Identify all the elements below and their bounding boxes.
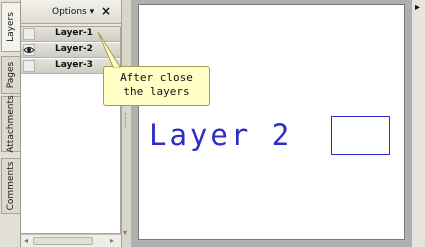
callout-tooltip: After close the layers — [103, 66, 210, 106]
options-menu-button[interactable]: Options ▾ — [52, 7, 94, 17]
tab-comments-label: Comments — [6, 161, 16, 211]
panel-tab-strip: Layers Pages Attachments Comments — [0, 0, 21, 247]
layer-rectangle — [331, 116, 390, 155]
document-page: Layer 2 — [138, 4, 405, 240]
scroll-down-icon[interactable]: ▾ — [123, 228, 127, 237]
panel-splitter[interactable]: ▾ — [122, 0, 131, 247]
tab-attachments-label: Attachments — [6, 95, 16, 153]
scroll-left-icon[interactable]: ◂ — [24, 236, 28, 245]
layer-name: Layer-2 — [55, 44, 93, 54]
scrollbar-thumb[interactable] — [33, 237, 93, 245]
callout-line-1: After close — [120, 71, 193, 84]
tab-attachments[interactable]: Attachments — [1, 95, 20, 153]
callout-line-2: the layers — [123, 85, 190, 98]
splitter-grip[interactable] — [125, 113, 127, 127]
scroll-right-icon[interactable]: ▸ — [110, 236, 114, 245]
visibility-toggle[interactable] — [23, 28, 35, 40]
layer-name: Layer-3 — [55, 60, 93, 70]
tab-pages-label: Pages — [6, 61, 16, 89]
panel-toolbar: Options ▾ × — [21, 0, 121, 24]
triangle-right-icon[interactable]: ▸ — [415, 2, 420, 13]
layer-name: Layer-1 — [55, 28, 93, 38]
callout-pointer — [97, 31, 121, 68]
document-view: Layer 2 — [131, 0, 411, 247]
tab-layers-label: Layers — [6, 12, 16, 42]
tab-layers[interactable]: Layers — [1, 2, 20, 52]
panel-horizontal-scrollbar[interactable]: ◂ ▸ — [21, 234, 121, 247]
tab-comments[interactable]: Comments — [1, 158, 20, 214]
eye-icon — [23, 47, 35, 53]
visibility-toggle[interactable] — [23, 44, 35, 56]
visibility-toggle[interactable] — [23, 60, 35, 72]
layer-text: Layer 2 — [149, 118, 293, 152]
right-scrollbar[interactable]: ▸ — [411, 0, 425, 247]
tab-pages[interactable]: Pages — [1, 56, 20, 94]
close-icon[interactable]: × — [101, 4, 111, 18]
